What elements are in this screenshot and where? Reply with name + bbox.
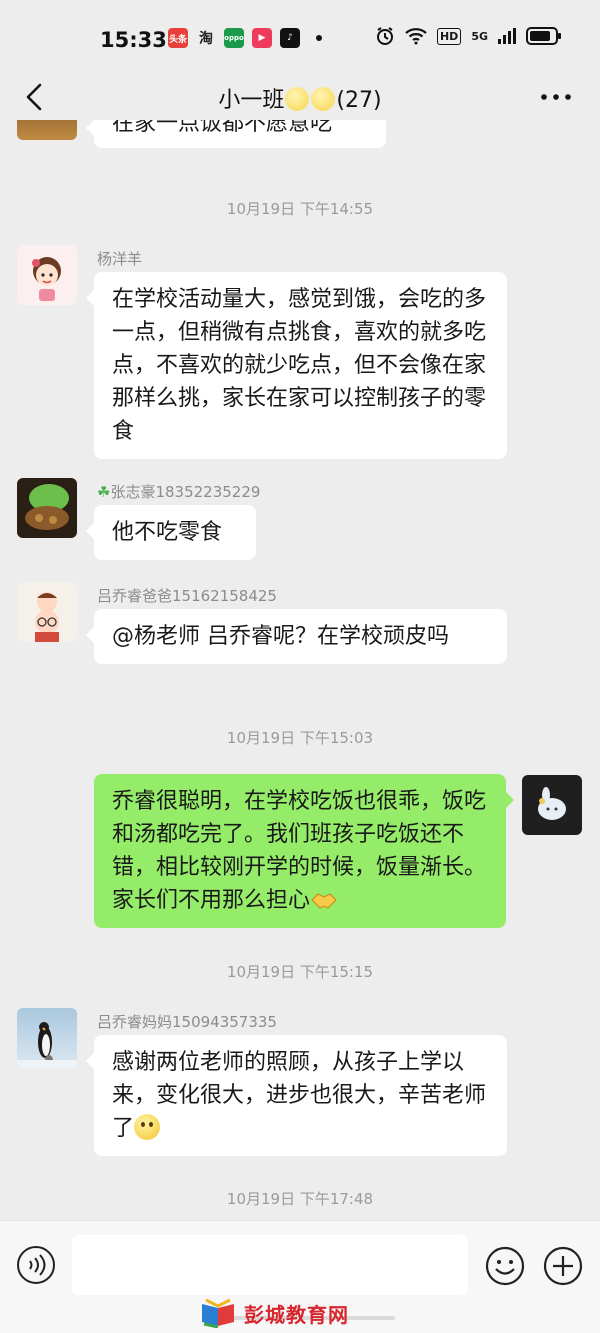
avatar[interactable] [17,1008,77,1068]
message-input[interactable] [72,1235,468,1295]
watermark-text: 彭城教育网 [244,1302,349,1327]
message-text: 在家一点饭都不愿意吃 [112,120,333,136]
cartoon-bunny-icon [538,787,566,820]
sender-name: 吕乔睿妈妈15094357335 [97,1013,277,1031]
sender-name: 吕乔睿爸爸15162158425 [97,587,277,605]
group-name: 小一班 [218,88,285,113]
avatar[interactable] [17,478,77,538]
chat-title: 小一班 (27) [0,82,600,114]
timestamp: 10月19日 下午14:55 [226,200,374,218]
handshake-emoji-icon [311,893,337,909]
sender-name: ☘张志豪18352235229 [97,483,261,501]
my-avatar[interactable] [522,775,582,835]
video-icon: ▶ [252,28,272,48]
oppo-icon: oppo [224,28,244,48]
message-text: 他不吃零食 [112,520,223,545]
message-bubble[interactable]: 感谢两位老师的照顾，从孩子上学以来，变化很大，进步也很大，辛苦老师了 [86,1035,507,1156]
timestamp: 10月19日 下午15:15 [226,963,374,981]
avatar[interactable] [17,582,77,642]
alarm-icon [376,27,393,45]
emoji-icon[interactable] [484,1245,526,1287]
sender-name: 杨洋羊 [97,250,143,268]
message-text: 在学校活动量大，感觉到饿，会吃的多一点，但稍微有点挑食，喜欢的就多吃点，不喜欢的… [112,287,487,444]
status-bar: 15:33 头条 淘 oppo ▶ ♪ HD 5G [0,0,600,74]
taobao-icon: 淘 [199,31,213,47]
food-photo-icon [25,484,69,530]
message-list[interactable]: 在家一点饭都不愿意吃 10月19日 下午14:55 杨洋羊 在学校活动量大，感觉… [0,120,600,1220]
tiktok-icon: ♪ [280,28,300,48]
member-count: (27) [336,88,382,113]
message-bubble[interactable]: 他不吃零食 [86,505,256,560]
status-indicators: HD 5G [375,26,562,46]
toutiao-icon: 头条 [168,28,188,48]
battery-icon [526,27,561,45]
book-logo-icon [202,1298,234,1328]
penguin-photo-icon [17,1022,77,1068]
message-bubble[interactable]: @杨老师 吕乔睿呢？在学校顽皮吗 [86,609,507,664]
signal-icon [498,28,516,44]
message-text: @杨老师 吕乔睿呢？在学校顽皮吗 [112,624,449,649]
more-options-icon[interactable] [538,84,574,110]
message-text: 乔睿很聪明，在学校吃饭也很乖，饭吃和汤都吃完了。我们班孩子吃饭还不错，相比较刚开… [112,789,487,913]
message-text: 感谢两位老师的照顾，从孩子上学以来，变化很大，进步也很大，辛苦老师了 [112,1050,487,1141]
notification-icons: 头条 淘 oppo ▶ ♪ [168,28,322,48]
hd-badge: HD [436,27,462,45]
message-bubble[interactable]: 在家一点饭都不愿意吃 [86,120,386,148]
smiley-emoji-icon [311,87,336,111]
smile-emoji-icon [134,1114,161,1140]
timestamp: 10月19日 下午17:48 [226,1190,374,1208]
timestamp: 10月19日 下午15:03 [226,729,374,747]
clover-icon: ☘ [97,483,111,501]
wifi-icon [405,28,427,45]
avatar[interactable] [17,120,77,140]
voice-input-icon[interactable] [16,1245,56,1285]
plus-icon[interactable] [542,1245,584,1287]
avatar[interactable] [17,245,77,305]
more-notifications-icon [316,35,322,41]
chat-header: 小一班 (27) [0,74,600,120]
status-time: 15:33 [100,28,167,52]
cartoon-girl-icon [32,257,61,301]
cartoon-family-icon [35,592,59,642]
outgoing-message-bubble[interactable]: 乔睿很聪明，在学校吃饭也很乖，饭吃和汤都吃完了。我们班孩子吃饭还不错，相比较刚开… [94,774,514,928]
smiley-emoji-icon [285,87,310,111]
message-bubble[interactable]: 在学校活动量大，感觉到饿，会吃的多一点，但稍微有点挑食，喜欢的就多吃点，不喜欢的… [86,272,507,459]
watermark: 彭城教育网 [200,1296,400,1330]
signal-5g-label: 5G [471,29,488,43]
